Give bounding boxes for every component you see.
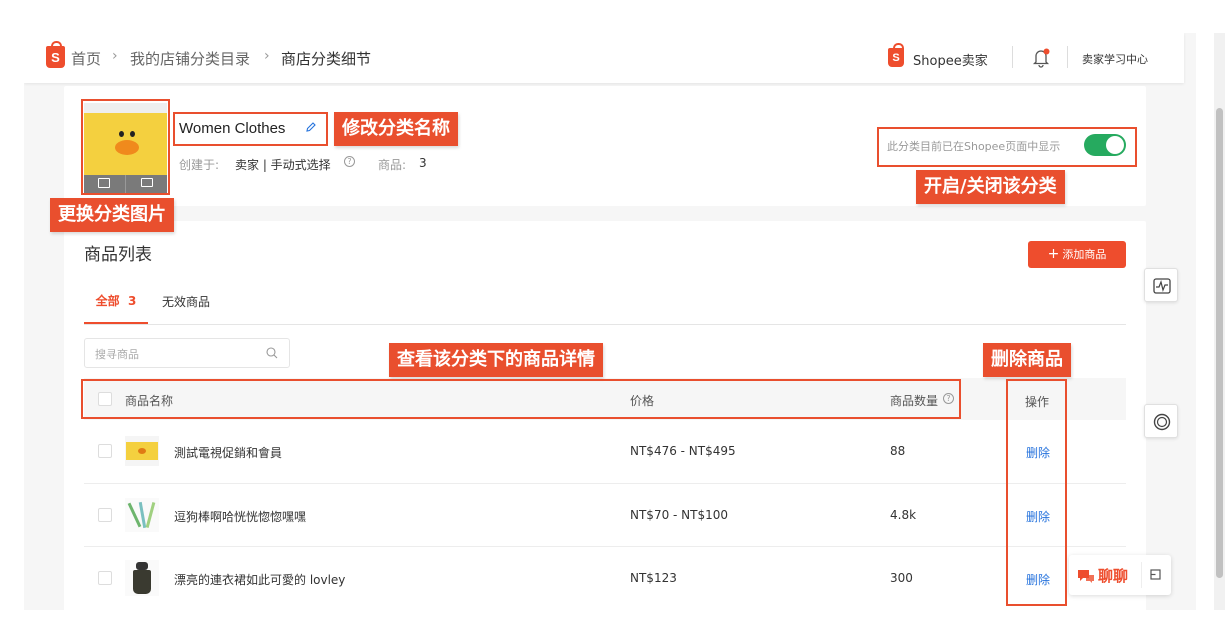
chat-widget[interactable]: 聊聊 (1069, 555, 1171, 595)
annotation-toggle: 开启/关闭该分类 (916, 170, 1065, 204)
tab-all[interactable]: 全部 3 (84, 292, 148, 324)
product-price: NT$70 - NT$100 (630, 508, 729, 522)
product-thumbnail (125, 560, 159, 596)
screenshot-stage: S 首页 › 我的店铺分类目录 › 商店分类细节 S Shopee卖家 卖家学习… (0, 0, 1225, 637)
shopee-seller-logo-icon[interactable]: S (888, 43, 904, 67)
annotation-change-image: 更换分类图片 (50, 198, 174, 232)
created-value: 卖家 | 手动式选择 (235, 158, 331, 172)
annotation-table-header-box (81, 379, 961, 419)
top-bar: S 首页 › 我的店铺分类目录 › 商店分类细节 S Shopee卖家 卖家学习… (24, 33, 1184, 83)
plus-icon: + (1047, 246, 1060, 262)
seller-brand-label[interactable]: Shopee卖家 (913, 50, 988, 69)
help-center-button[interactable] (1144, 404, 1178, 438)
product-list-title: 商品列表 (84, 245, 152, 265)
annotation-view-products: 查看该分类下的商品详情 (389, 343, 603, 377)
search-product-input[interactable]: 搜寻商品 (84, 338, 290, 368)
tabs-divider (84, 324, 1126, 325)
product-name[interactable]: 逗狗棒啊哈恍恍惚惚嘿嘿 (174, 508, 306, 525)
product-name[interactable]: 漂亮的連衣裙如此可愛的 lovley (174, 571, 345, 588)
vertical-scrollbar[interactable] (1214, 33, 1225, 610)
row-checkbox[interactable] (98, 571, 112, 585)
breadcrumb-shop-categories[interactable]: 我的店铺分类目录 (130, 48, 250, 69)
add-product-label: 添加商品 (1062, 248, 1107, 261)
headset-icon (1153, 413, 1171, 431)
add-product-button[interactable]: + 添加商品 (1028, 241, 1126, 268)
annotation-name-box (173, 112, 328, 146)
annotation-image-box (81, 99, 170, 195)
search-icon[interactable] (266, 347, 278, 359)
table-row: 逗狗棒啊哈恍恍惚惚嘿嘿 NT$70 - NT$100 4.8k 删除 (84, 484, 1126, 546)
chat-bubble-icon (1078, 570, 1094, 583)
search-placeholder: 搜寻商品 (95, 348, 139, 361)
tab-invalid-products[interactable]: 无效商品 (162, 293, 210, 310)
header-divider (1067, 46, 1068, 68)
product-name[interactable]: 測試電視促銷和會員 (174, 444, 282, 461)
table-row: 漂亮的連衣裙如此可愛的 lovley NT$123 300 删除 (84, 547, 1126, 609)
product-price: NT$123 (630, 571, 677, 585)
tab-all-count: 3 (128, 294, 137, 308)
annotation-rename: 修改分类名称 (334, 112, 458, 146)
notification-bell-icon[interactable] (1032, 48, 1050, 68)
help-icon[interactable]: ? (344, 156, 355, 167)
product-quantity: 4.8k (890, 508, 917, 522)
products-label: 商品: (378, 158, 407, 172)
breadcrumb-separator: › (264, 48, 270, 64)
annotation-delete-column-box (1006, 379, 1067, 606)
products-count: 3 (419, 156, 427, 170)
chat-label: 聊聊 (1098, 567, 1129, 585)
product-thumbnail (125, 498, 159, 532)
header-divider (1012, 46, 1013, 68)
table-row: 測試電視促銷和會員 NT$476 - NT$495 88 删除 (84, 420, 1126, 483)
product-price: NT$476 - NT$495 (630, 444, 736, 458)
minimize-icon[interactable] (1150, 569, 1161, 580)
created-label: 创建于: (179, 158, 220, 172)
breadcrumb-separator: › (112, 48, 118, 64)
breadcrumb-home[interactable]: 首页 (71, 48, 101, 69)
annotation-delete: 删除商品 (983, 343, 1071, 377)
breadcrumb-current: 商店分类细节 (281, 50, 372, 68)
annotation-toggle-box (877, 127, 1137, 167)
row-checkbox[interactable] (98, 508, 112, 522)
product-quantity: 88 (890, 444, 906, 458)
tab-all-label: 全部 (95, 294, 120, 308)
shopee-logo-icon[interactable]: S (46, 41, 65, 68)
pulse-icon (1153, 278, 1171, 294)
product-quantity: 300 (890, 571, 913, 585)
scrollbar-thumb[interactable] (1216, 108, 1223, 578)
product-thumbnail (125, 436, 159, 466)
row-checkbox[interactable] (98, 444, 112, 458)
activity-monitor-button[interactable] (1144, 268, 1178, 302)
learning-center-link[interactable]: 卖家学习中心 (1082, 51, 1148, 67)
